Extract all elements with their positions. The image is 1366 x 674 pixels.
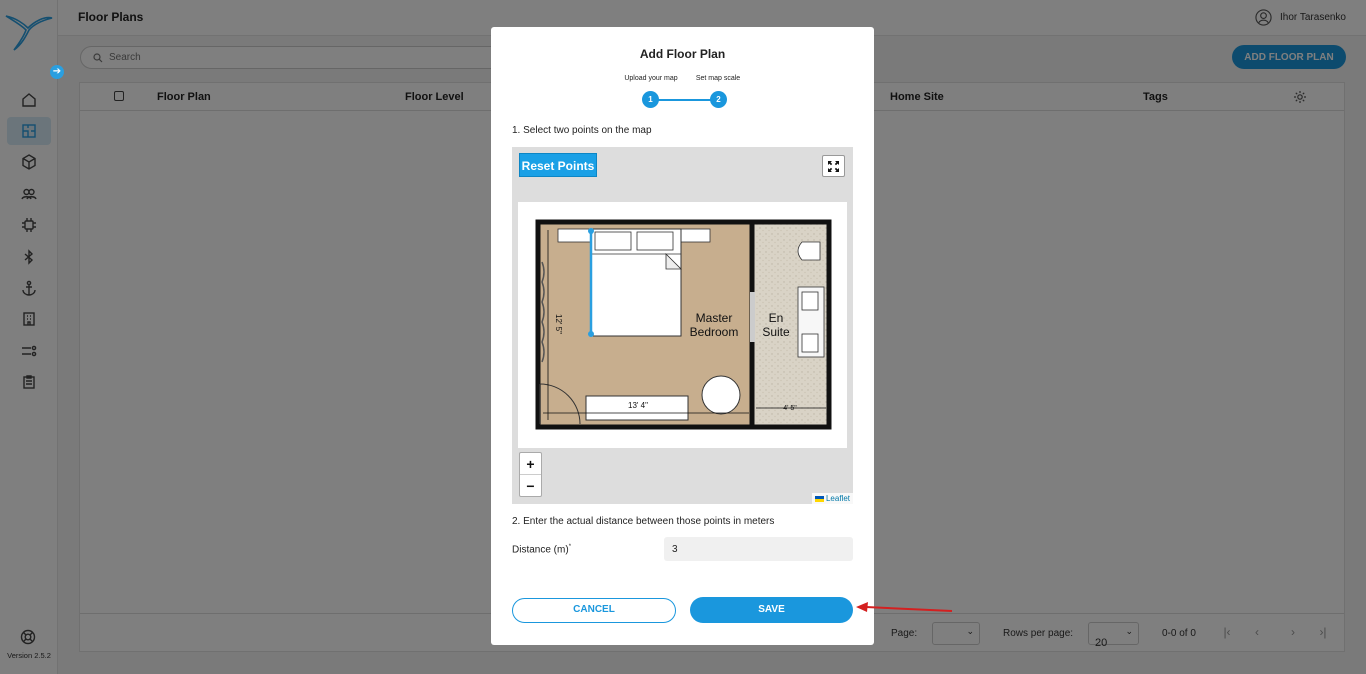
sink — [801, 291, 819, 311]
dialog-title: Add Floor Plan — [639, 47, 726, 61]
step-2-label: Set map scale — [695, 75, 741, 82]
required-mark: * — [568, 544, 572, 550]
toilet — [797, 241, 821, 261]
fullscreen-icon — [828, 160, 839, 172]
pillow — [636, 231, 674, 251]
ukraine-flag-icon — [814, 495, 824, 502]
room-label: Master — [696, 311, 733, 325]
expand-sidebar-icon[interactable]: ➔ — [50, 65, 64, 79]
room-label: En — [769, 311, 784, 325]
zoom-control: + − — [519, 452, 542, 497]
measurement-point-1[interactable] — [588, 228, 594, 234]
room-label: Bedroom — [690, 325, 739, 339]
floor-plan-image: Master Bedroom En Suite 13' 4" 4' 5" 12'… — [518, 202, 847, 448]
distance-label: Distance (m)* — [512, 544, 571, 555]
scale-map[interactable]: Reset Points Master Bedroom En Suite 13'… — [512, 147, 853, 504]
save-button[interactable]: SAVE — [690, 597, 853, 623]
floor-plan-drawing: Master Bedroom En Suite 13' 4" 4' 5" 12'… — [535, 219, 832, 430]
round-table — [701, 375, 741, 415]
room-label: Suite — [762, 325, 790, 339]
zoom-in-button[interactable]: + — [520, 453, 541, 475]
sink — [801, 333, 819, 353]
instruction-select-points: 1. Select two points on the map — [512, 125, 652, 136]
pillow — [594, 231, 632, 251]
fullscreen-button[interactable] — [822, 155, 845, 177]
distance-label-text: Distance (m) — [512, 544, 569, 556]
instruction-enter-distance: 2. Enter the actual distance between tho… — [512, 516, 775, 527]
ensuite-door — [750, 292, 755, 342]
step-1-indicator: 1 — [642, 91, 659, 108]
add-floor-plan-dialog: Add Floor Plan Upload your map Set map s… — [491, 27, 874, 645]
dimension-label: 4' 5" — [783, 405, 797, 412]
distance-input[interactable] — [664, 537, 853, 561]
dimension-label: 12' 5" — [554, 314, 563, 334]
annotation-arrow — [856, 602, 953, 612]
measurement-point-2[interactable] — [588, 331, 594, 337]
dimension-label: 13' 4" — [628, 401, 648, 410]
step-2-indicator: 2 — [710, 91, 727, 108]
leaflet-link[interactable]: Leaflet — [826, 494, 850, 503]
stepper-connector — [651, 99, 719, 101]
map-attribution[interactable]: Leaflet — [811, 493, 853, 504]
reset-points-button[interactable]: Reset Points — [519, 153, 597, 177]
cancel-button[interactable]: CANCEL — [512, 598, 676, 623]
zoom-out-button[interactable]: − — [520, 475, 541, 497]
